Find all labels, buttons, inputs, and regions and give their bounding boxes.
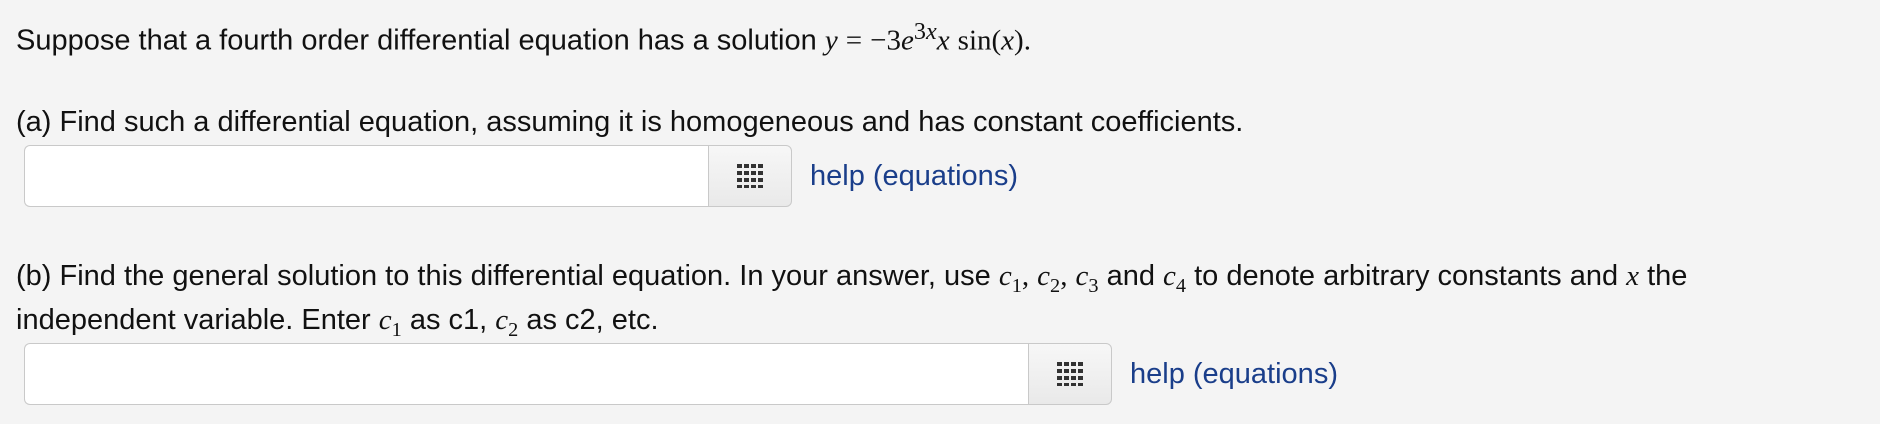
part-b-text-3: the bbox=[1647, 260, 1688, 292]
part-b-line2-c: as c2, etc. bbox=[526, 304, 659, 336]
part-b-text-1: (b) Find the general solution to this di… bbox=[16, 260, 991, 292]
part-b-x: x bbox=[1626, 260, 1640, 292]
part-b-text-2: to denote arbitrary constants and bbox=[1194, 260, 1619, 292]
const-c4: c bbox=[1163, 260, 1176, 292]
const-c3-sub: 3 bbox=[1088, 274, 1099, 297]
grid-icon bbox=[1057, 362, 1083, 386]
part-a-equation-editor-button[interactable] bbox=[708, 145, 792, 207]
problem-intro: Suppose that a fourth order differential… bbox=[16, 24, 817, 57]
part-b-and: and bbox=[1106, 260, 1155, 292]
solution-equals: = bbox=[845, 24, 863, 57]
const-c2-sub: 2 bbox=[1050, 274, 1061, 297]
solution-lhs: y bbox=[824, 24, 838, 57]
comma-1: , bbox=[1021, 260, 1030, 292]
part-a-help-link[interactable]: help (equations) bbox=[810, 160, 1018, 193]
solution-exp-var: x bbox=[925, 18, 937, 45]
solution-func: sin bbox=[957, 24, 992, 57]
const-c3: c bbox=[1075, 260, 1089, 292]
const-c1: c bbox=[998, 260, 1012, 292]
solution-end: . bbox=[1023, 24, 1031, 57]
part-a-text: (a) Find such a differential equation, a… bbox=[16, 106, 1244, 138]
solution-coef: −3 bbox=[870, 24, 902, 57]
const-c1-b-sub: 1 bbox=[391, 318, 402, 341]
solution-arg: x bbox=[1001, 24, 1015, 57]
part-b-help-link[interactable]: help (equations) bbox=[1130, 358, 1338, 391]
const-c4-sub: 4 bbox=[1175, 274, 1187, 297]
const-c2: c bbox=[1037, 260, 1051, 292]
const-c1-sub: 1 bbox=[1011, 274, 1022, 297]
part-a-answer-input[interactable] bbox=[24, 145, 708, 207]
part-b-answer-input[interactable] bbox=[24, 343, 1028, 405]
comma-2: , bbox=[1060, 260, 1068, 292]
const-c2-b: c bbox=[495, 304, 509, 336]
problem-statement: Suppose that a fourth order differential… bbox=[16, 18, 1031, 57]
const-c2-b-sub: 2 bbox=[508, 318, 519, 341]
part-b-line2-b: as c1, bbox=[409, 304, 488, 336]
part-b-line2-a: independent variable. Enter bbox=[16, 304, 371, 336]
part-b-text-line-1: (b) Find the general solution to this di… bbox=[16, 258, 1687, 304]
grid-icon bbox=[737, 164, 763, 188]
part-b-answer-row: help (equations) bbox=[24, 343, 1338, 405]
solution-exp-num: 3 bbox=[913, 18, 926, 45]
solution-var: x bbox=[936, 24, 950, 57]
part-a-answer-row: help (equations) bbox=[24, 145, 1018, 207]
const-c1-b: c bbox=[378, 304, 392, 336]
part-b-equation-editor-button[interactable] bbox=[1028, 343, 1112, 405]
part-b-text-line-2: independent variable. Enter c1 as c1, c2… bbox=[16, 302, 659, 348]
solution-exp-base: e bbox=[901, 24, 914, 57]
